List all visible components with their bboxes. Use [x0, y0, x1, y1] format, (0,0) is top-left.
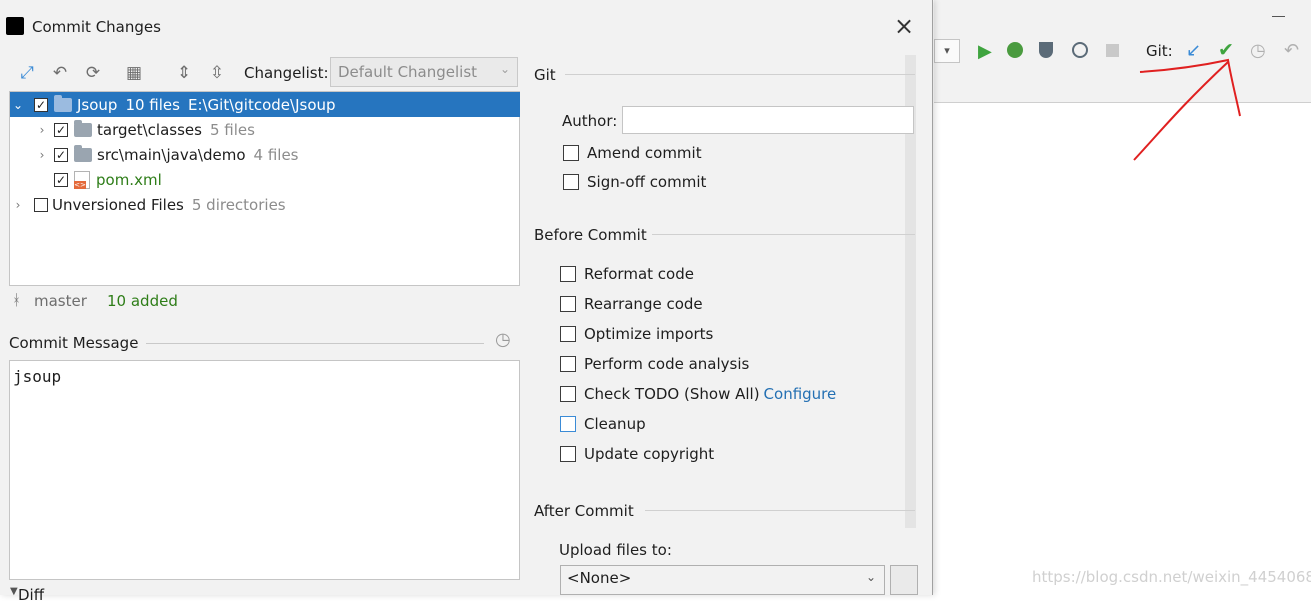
chevron-right-icon[interactable]: › — [10, 198, 26, 212]
run-config-dropdown[interactable]: ▾ — [934, 39, 960, 63]
folder-icon — [54, 94, 72, 112]
stop-icon[interactable] — [1106, 44, 1119, 57]
cleanup-checkbox[interactable]: Cleanup — [560, 415, 646, 433]
expand-all-icon[interactable]: ⇕ — [174, 63, 194, 83]
signoff-commit-label: Sign-off commit — [587, 173, 707, 191]
separator — [565, 74, 915, 75]
intellij-logo-icon — [6, 17, 24, 35]
root-name: Jsoup — [77, 95, 118, 114]
show-diff-icon[interactable]: ⤢ — [17, 63, 37, 83]
run-icon[interactable]: ▶ — [978, 41, 992, 62]
chevron-down-icon[interactable]: ▼ — [10, 586, 18, 597]
item-count: 4 files — [253, 145, 299, 164]
item-checkbox[interactable]: ✓ — [54, 172, 68, 187]
separator — [645, 510, 915, 511]
reformat-code-checkbox[interactable]: Reformat code — [560, 265, 694, 283]
amend-commit-label: Amend commit — [587, 144, 702, 162]
tree-unversioned-row[interactable]: › Unversioned Files 5 directories — [10, 192, 520, 217]
option-label: Check TODO (Show All) — [584, 385, 760, 403]
option-label: Perform code analysis — [584, 355, 750, 373]
item-checkbox[interactable]: ✓ — [54, 147, 68, 162]
separator — [146, 343, 484, 344]
watermark: https://blog.csdn.net/weixin_44540681 — [1032, 568, 1311, 586]
chevron-right-icon[interactable]: › — [34, 123, 50, 137]
refresh-icon[interactable]: ⟳ — [83, 63, 103, 83]
separator — [652, 234, 915, 235]
after-commit-title: After Commit — [534, 502, 634, 520]
item-name: target\classes — [97, 120, 202, 139]
xml-file-icon — [74, 170, 90, 189]
tree-root-row[interactable]: ⌄ ✓ Jsoup 10 files E:\Git\gitcode\Jsoup — [10, 92, 520, 117]
rearrange-code-checkbox[interactable]: Rearrange code — [560, 295, 703, 313]
group-by-icon[interactable]: ▦ — [124, 63, 144, 83]
unversioned-name: Unversioned Files — [52, 195, 184, 214]
tree-item-row[interactable]: › ✓ target\classes 5 files — [34, 117, 514, 142]
close-icon[interactable]: × — [893, 14, 915, 38]
check-todo-checkbox[interactable]: Check TODO (Show All) Configure — [560, 385, 836, 403]
option-label: Cleanup — [584, 415, 646, 433]
root-count: 10 files — [125, 95, 180, 114]
upload-browse-button[interactable] — [890, 565, 918, 595]
item-name: src\main\java\demo — [97, 145, 246, 164]
unversioned-checkbox[interactable] — [34, 197, 48, 212]
rollback-icon[interactable]: ↶ — [50, 63, 70, 83]
unversioned-count: 5 directories — [191, 195, 286, 214]
configure-link[interactable]: Configure — [764, 385, 837, 403]
root-checkbox[interactable]: ✓ — [34, 97, 48, 112]
minimize-icon[interactable] — [1272, 16, 1285, 17]
upload-dropdown[interactable]: <None> — [560, 565, 885, 595]
option-label: Optimize imports — [584, 325, 714, 343]
option-label: Update copyright — [584, 445, 715, 463]
commit-message-label: Commit Message — [9, 334, 139, 352]
collapse-all-icon[interactable]: ⇳ — [207, 63, 227, 83]
red-arrow-annotation — [1133, 58, 1241, 161]
git-rollback-icon[interactable]: ↶ — [1284, 40, 1299, 61]
folder-icon — [74, 144, 92, 162]
profile-icon[interactable] — [1072, 42, 1088, 58]
root-path: E:\Git\gitcode\Jsoup — [187, 95, 336, 114]
folder-icon — [74, 119, 92, 137]
tree-item-row[interactable]: › ✓ src\main\java\demo 4 files — [34, 142, 514, 167]
upload-label: Upload files to: — [559, 541, 672, 559]
item-checkbox[interactable]: ✓ — [54, 122, 68, 137]
diff-label[interactable]: Diff — [18, 586, 44, 604]
item-count: 5 files — [209, 120, 255, 139]
author-label: Author: — [562, 112, 618, 130]
item-name: pom.xml — [96, 170, 162, 189]
commit-message-input[interactable]: jsoup — [9, 360, 520, 580]
option-label: Rearrange code — [584, 295, 703, 313]
ide-titlebar — [934, 0, 1311, 34]
chevron-down-icon: ⌄ — [500, 62, 511, 76]
git-section-title: Git — [534, 66, 556, 84]
option-label: Reformat code — [584, 265, 694, 283]
signoff-commit-checkbox[interactable]: Sign-off commit — [563, 173, 706, 191]
coverage-icon[interactable] — [1039, 42, 1053, 58]
code-analysis-checkbox[interactable]: Perform code analysis — [560, 355, 749, 373]
before-commit-title: Before Commit — [534, 226, 647, 244]
update-copyright-checkbox[interactable]: Update copyright — [560, 445, 714, 463]
branch-icon: ᚼ — [12, 291, 22, 309]
changelist-value: Default Changelist — [338, 63, 478, 81]
amend-commit-checkbox[interactable]: Amend commit — [563, 144, 702, 162]
debug-icon[interactable] — [1007, 42, 1023, 58]
changelist-label: Changelist: — [244, 64, 329, 82]
added-count: 10 added — [107, 292, 178, 310]
author-input[interactable] — [622, 106, 914, 134]
branch-name: master — [34, 292, 87, 310]
dialog-title: Commit Changes — [32, 18, 161, 36]
tree-item-row[interactable]: ✓ pom.xml — [34, 167, 514, 192]
message-history-icon[interactable]: ◷ — [495, 331, 513, 349]
chevron-right-icon[interactable]: › — [34, 148, 50, 162]
optimize-imports-checkbox[interactable]: Optimize imports — [560, 325, 713, 343]
chevron-down-icon: ⌄ — [866, 570, 877, 584]
chevron-down-icon[interactable]: ⌄ — [10, 98, 26, 112]
